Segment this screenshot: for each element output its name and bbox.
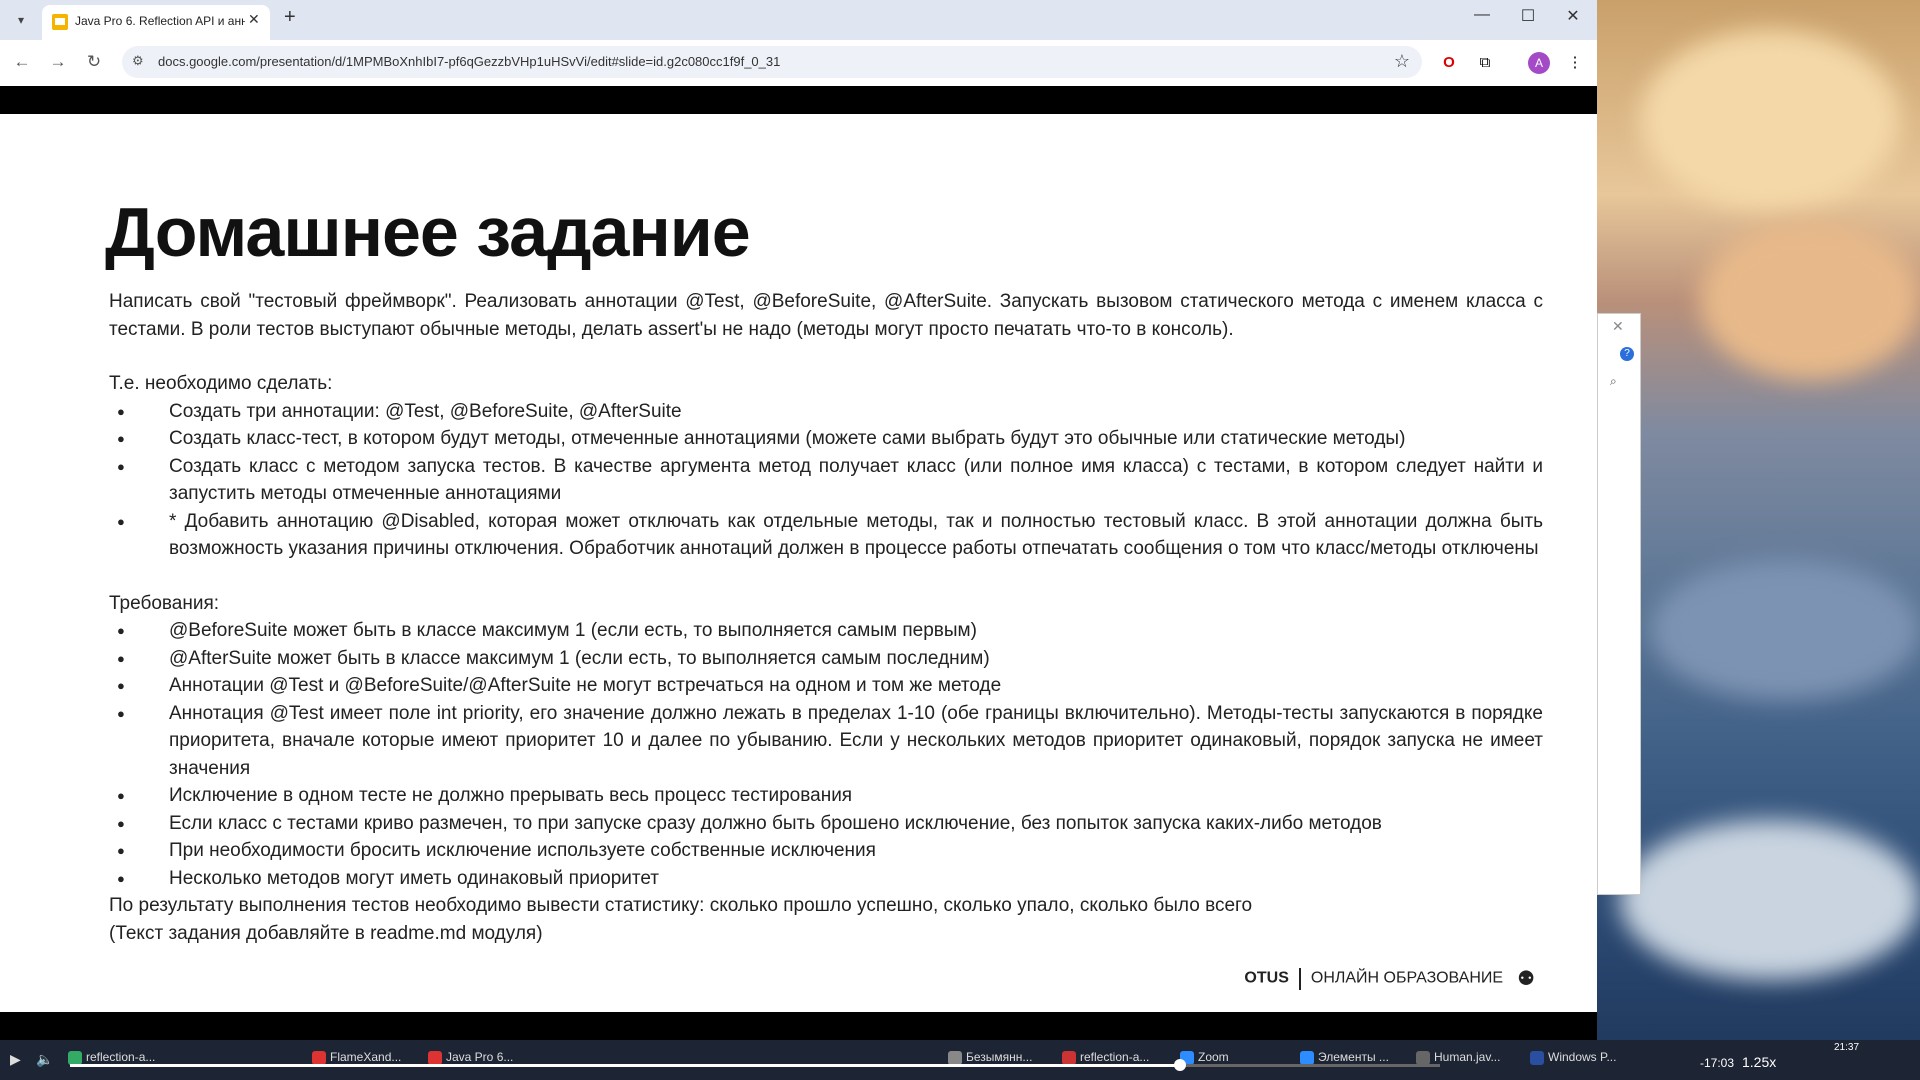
player-remaining-time: -17:03 — [1700, 1056, 1735, 1070]
taskbar: ▶ 🔈 reflection-a... FlameXand... Java Pr… — [0, 1040, 1920, 1080]
list-item: Создать класс с методом запуска тестов. … — [109, 453, 1543, 508]
tab-title: Java Pro 6. Reflection API и анн — [75, 14, 245, 28]
otus-logo-icon: ⚉ — [1517, 968, 1535, 990]
video-progress-bar[interactable] — [70, 1059, 1440, 1071]
zoom-icon — [1300, 1050, 1314, 1065]
clock: 21:37 — [1834, 1042, 1860, 1053]
intro-paragraph: Написать свой "тестовый фреймворк". Реал… — [109, 291, 1543, 340]
tab-bar: ▾ Java Pro 6. Reflection API и анн ✕ + —… — [0, 0, 1597, 40]
taskbar-item[interactable]: Java Pro 6... — [428, 1050, 513, 1065]
close-window-button[interactable]: ✕ — [1553, 6, 1593, 26]
paint-icon — [948, 1050, 962, 1065]
otus-tagline: ОНЛАЙН ОБРАЗОВАНИЕ — [1310, 969, 1504, 987]
back-button[interactable]: ← — [10, 52, 34, 72]
statistics-paragraph: По результату выполнения тестов необходи… — [109, 895, 1253, 916]
address-bar[interactable]: ⚙ docs.google.com/presentation/d/1MPMBoX… — [122, 46, 1422, 78]
browser-toolbar: ← → ↻ ⚙ docs.google.com/presentation/d/1… — [0, 40, 1597, 87]
search-icon[interactable]: ⌕ — [1610, 374, 1617, 389]
file-icon — [1416, 1050, 1430, 1065]
profile-avatar[interactable]: A — [1528, 52, 1550, 74]
requirements-label: Требования: — [109, 592, 220, 614]
progress-knob[interactable] — [1173, 1059, 1186, 1071]
wallpaper-cloud — [1700, 220, 1920, 380]
tab-list-button[interactable]: ▾ — [8, 8, 34, 32]
list-item: @BeforeSuite может быть в классе максиму… — [109, 617, 1543, 645]
help-icon[interactable]: ? — [1620, 347, 1634, 361]
list-item: Исключение в одном тесте не должно преры… — [109, 782, 1543, 810]
close-tab-icon[interactable]: ✕ — [248, 11, 260, 28]
wallpaper-cloud — [1620, 820, 1920, 980]
new-tab-button[interactable]: + — [284, 6, 296, 29]
active-tab[interactable]: Java Pro 6. Reflection API и анн ✕ — [42, 5, 270, 40]
presentation-letterbox-bottom — [0, 1012, 1597, 1040]
todo-list: Создать три аннотации: @Test, @BeforeSui… — [109, 398, 1543, 563]
site-info-icon[interactable]: ⚙ — [132, 53, 144, 69]
todo-label: Т.е. необходимо сделать: — [109, 373, 333, 394]
list-item: При необходимости бросить исключение исп… — [109, 837, 1543, 865]
list-item: Если класс с тестами криво размечен, то … — [109, 810, 1543, 838]
browser-window: ▾ Java Pro 6. Reflection API и анн ✕ + —… — [0, 0, 1597, 1040]
forward-button[interactable]: → — [46, 52, 70, 72]
maximize-button[interactable]: ☐ — [1508, 6, 1548, 26]
opera-extension-icon[interactable]: O — [1438, 52, 1460, 74]
wallpaper-cloud — [1650, 560, 1920, 700]
list-item: Аннотация @Test имеет поле int priority,… — [109, 700, 1543, 783]
reload-button[interactable]: ↻ — [82, 52, 106, 72]
presentation-slide: Домашнее задание Написать свой "тестовый… — [0, 114, 1597, 1012]
progress-fill — [70, 1064, 1180, 1067]
requirements-list: @BeforeSuite может быть в классе максиму… — [109, 617, 1543, 892]
close-icon[interactable]: ✕ — [1612, 318, 1624, 335]
play-icon[interactable]: ▶ — [10, 1051, 21, 1068]
slide-title: Домашнее задание — [105, 193, 751, 271]
extensions-icon[interactable]: ⧉ — [1474, 52, 1496, 74]
list-item: * Добавить аннотацию @Disabled, которая … — [109, 508, 1543, 563]
taskbar-item[interactable]: Безымянн... — [948, 1050, 1032, 1065]
app-icon — [68, 1050, 82, 1065]
wallpaper-cloud — [1640, 30, 1900, 210]
brand-divider — [1298, 967, 1301, 990]
presentation-letterbox-top — [0, 86, 1597, 114]
browser-menu-icon[interactable]: ⋮ — [1564, 52, 1586, 74]
readme-note: (Текст задания добавляйте в readme.md мо… — [109, 922, 543, 944]
list-item: Аннотации @Test и @BeforeSuite/@AfterSui… — [109, 672, 1543, 700]
taskbar-item[interactable]: reflection-a... — [68, 1050, 155, 1065]
url-text[interactable]: docs.google.com/presentation/d/1MPMBoXnh… — [158, 54, 780, 69]
taskbar-item[interactable]: Human.jav... — [1416, 1050, 1500, 1065]
list-item: Создать три аннотации: @Test, @BeforeSui… — [109, 398, 1543, 426]
chrome-icon — [428, 1050, 442, 1065]
playback-speed[interactable]: 1.25x — [1742, 1054, 1776, 1070]
list-item: @AfterSuite может быть в классе максимум… — [109, 645, 1543, 673]
bookmark-star-icon[interactable]: ☆ — [1394, 51, 1410, 72]
powershell-icon — [1530, 1050, 1544, 1065]
volume-icon[interactable]: 🔈 — [36, 1051, 53, 1068]
slides-icon — [52, 14, 68, 30]
taskbar-item[interactable]: Элементы ... — [1300, 1050, 1389, 1065]
floating-help-panel: ✕ ? ⌕ — [1597, 313, 1641, 895]
list-item: Несколько методов могут иметь одинаковый… — [109, 865, 1543, 893]
intellij-icon — [1062, 1050, 1076, 1065]
otus-logo-text: OTUS — [1244, 969, 1289, 987]
slide-body: Написать свой "тестовый фреймворк". Реал… — [109, 288, 1543, 947]
taskbar-item[interactable]: reflection-a... — [1062, 1050, 1149, 1065]
chrome-icon — [312, 1050, 326, 1065]
taskbar-item[interactable]: Zoom — [1180, 1050, 1229, 1065]
minimize-button[interactable]: — — [1462, 6, 1502, 24]
taskbar-item[interactable]: Windows P... — [1530, 1050, 1616, 1065]
taskbar-item[interactable]: FlameXand... — [312, 1050, 401, 1065]
list-item: Создать класс-тест, в котором будут мето… — [109, 425, 1543, 453]
otus-branding: OTUS ОНЛАЙН ОБРАЗОВАНИЕ ⚉ — [1244, 966, 1535, 991]
